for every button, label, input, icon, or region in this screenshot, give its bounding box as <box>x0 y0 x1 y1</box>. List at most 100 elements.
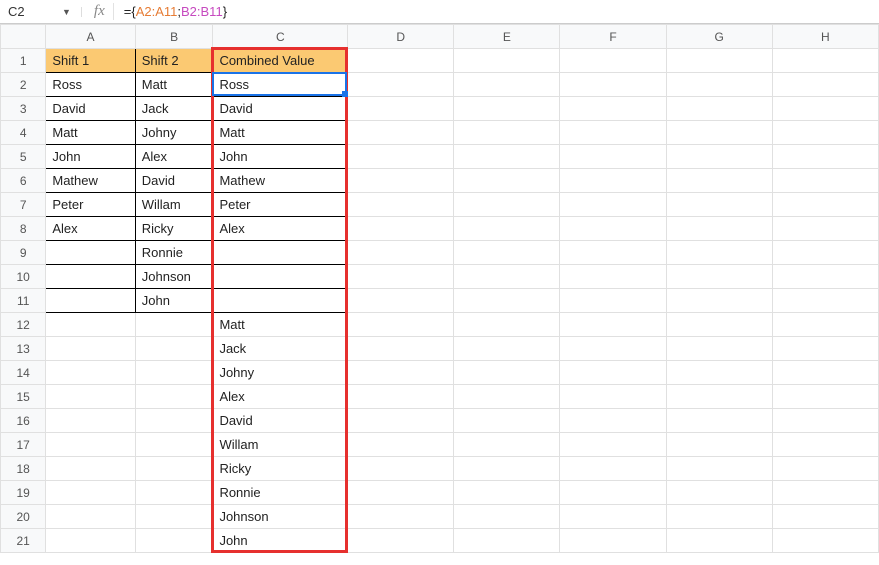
cell-E5[interactable] <box>454 145 560 169</box>
cell-C3[interactable]: David <box>213 97 348 121</box>
cell-B2[interactable]: Matt <box>135 73 213 97</box>
cell-D11[interactable] <box>348 289 454 313</box>
cell-F21[interactable] <box>560 529 666 553</box>
row-header-4[interactable]: 4 <box>1 121 46 145</box>
cell-A16[interactable] <box>46 409 135 433</box>
cell-C18[interactable]: Ricky <box>213 457 348 481</box>
cell-B12[interactable] <box>135 313 213 337</box>
cell-F10[interactable] <box>560 265 666 289</box>
cell-F7[interactable] <box>560 193 666 217</box>
cell-C20[interactable]: Johnson <box>213 505 348 529</box>
cell-G2[interactable] <box>666 73 772 97</box>
cell-H7[interactable] <box>772 193 878 217</box>
row-header-17[interactable]: 17 <box>1 433 46 457</box>
cell-C12[interactable]: Matt <box>213 313 348 337</box>
cell-C8[interactable]: Alex <box>213 217 348 241</box>
cell-D18[interactable] <box>348 457 454 481</box>
cell-C14[interactable]: Johny <box>213 361 348 385</box>
cell-B5[interactable]: Alex <box>135 145 213 169</box>
cell-A9[interactable] <box>46 241 135 265</box>
cell-C17[interactable]: Willam <box>213 433 348 457</box>
name-box-dropdown-icon[interactable]: ▼ <box>62 7 82 17</box>
cell-A18[interactable] <box>46 457 135 481</box>
cell-H11[interactable] <box>772 289 878 313</box>
cell-H4[interactable] <box>772 121 878 145</box>
cell-A17[interactable] <box>46 433 135 457</box>
cell-A21[interactable] <box>46 529 135 553</box>
cell-G3[interactable] <box>666 97 772 121</box>
cell-E18[interactable] <box>454 457 560 481</box>
cell-A4[interactable]: Matt <box>46 121 135 145</box>
cell-G14[interactable] <box>666 361 772 385</box>
cell-H10[interactable] <box>772 265 878 289</box>
cell-G15[interactable] <box>666 385 772 409</box>
formula-input[interactable]: ={A2:A11;B2:B11} <box>124 4 227 19</box>
cell-G17[interactable] <box>666 433 772 457</box>
row-header-16[interactable]: 16 <box>1 409 46 433</box>
col-header-E[interactable]: E <box>454 25 560 49</box>
cell-E6[interactable] <box>454 169 560 193</box>
row-header-7[interactable]: 7 <box>1 193 46 217</box>
cell-F12[interactable] <box>560 313 666 337</box>
cell-B10[interactable]: Johnson <box>135 265 213 289</box>
cell-G20[interactable] <box>666 505 772 529</box>
name-box[interactable]: C2 <box>2 4 62 19</box>
row-header-11[interactable]: 11 <box>1 289 46 313</box>
cell-A7[interactable]: Peter <box>46 193 135 217</box>
cell-B17[interactable] <box>135 433 213 457</box>
cell-F8[interactable] <box>560 217 666 241</box>
row-header-13[interactable]: 13 <box>1 337 46 361</box>
cell-C9[interactable] <box>213 241 348 265</box>
cell-F19[interactable] <box>560 481 666 505</box>
cell-F15[interactable] <box>560 385 666 409</box>
cell-B6[interactable]: David <box>135 169 213 193</box>
cell-D15[interactable] <box>348 385 454 409</box>
cell-H21[interactable] <box>772 529 878 553</box>
cell-G5[interactable] <box>666 145 772 169</box>
cell-C1[interactable]: Combined Value <box>213 49 348 73</box>
cell-A15[interactable] <box>46 385 135 409</box>
cell-D13[interactable] <box>348 337 454 361</box>
cell-D4[interactable] <box>348 121 454 145</box>
row-header-8[interactable]: 8 <box>1 217 46 241</box>
cell-E9[interactable] <box>454 241 560 265</box>
row-header-1[interactable]: 1 <box>1 49 46 73</box>
cell-D6[interactable] <box>348 169 454 193</box>
cell-A2[interactable]: Ross <box>46 73 135 97</box>
select-all-corner[interactable] <box>1 25 46 49</box>
cell-F18[interactable] <box>560 457 666 481</box>
cell-G16[interactable] <box>666 409 772 433</box>
cell-D17[interactable] <box>348 433 454 457</box>
row-header-2[interactable]: 2 <box>1 73 46 97</box>
cell-H13[interactable] <box>772 337 878 361</box>
cell-G9[interactable] <box>666 241 772 265</box>
cell-E7[interactable] <box>454 193 560 217</box>
cell-A20[interactable] <box>46 505 135 529</box>
cell-G10[interactable] <box>666 265 772 289</box>
cell-G12[interactable] <box>666 313 772 337</box>
cell-H16[interactable] <box>772 409 878 433</box>
cell-D5[interactable] <box>348 145 454 169</box>
cell-F2[interactable] <box>560 73 666 97</box>
cell-E14[interactable] <box>454 361 560 385</box>
cell-A14[interactable] <box>46 361 135 385</box>
cell-F13[interactable] <box>560 337 666 361</box>
cell-B7[interactable]: Willam <box>135 193 213 217</box>
cell-G18[interactable] <box>666 457 772 481</box>
cell-E16[interactable] <box>454 409 560 433</box>
cell-F9[interactable] <box>560 241 666 265</box>
row-header-15[interactable]: 15 <box>1 385 46 409</box>
cell-C2[interactable]: Ross <box>213 73 348 97</box>
cell-B3[interactable]: Jack <box>135 97 213 121</box>
col-header-F[interactable]: F <box>560 25 666 49</box>
cell-B8[interactable]: Ricky <box>135 217 213 241</box>
cell-G11[interactable] <box>666 289 772 313</box>
cell-F3[interactable] <box>560 97 666 121</box>
row-header-19[interactable]: 19 <box>1 481 46 505</box>
col-header-A[interactable]: A <box>46 25 135 49</box>
cell-G19[interactable] <box>666 481 772 505</box>
cell-H6[interactable] <box>772 169 878 193</box>
cell-D20[interactable] <box>348 505 454 529</box>
cell-D19[interactable] <box>348 481 454 505</box>
col-header-C[interactable]: C <box>213 25 348 49</box>
